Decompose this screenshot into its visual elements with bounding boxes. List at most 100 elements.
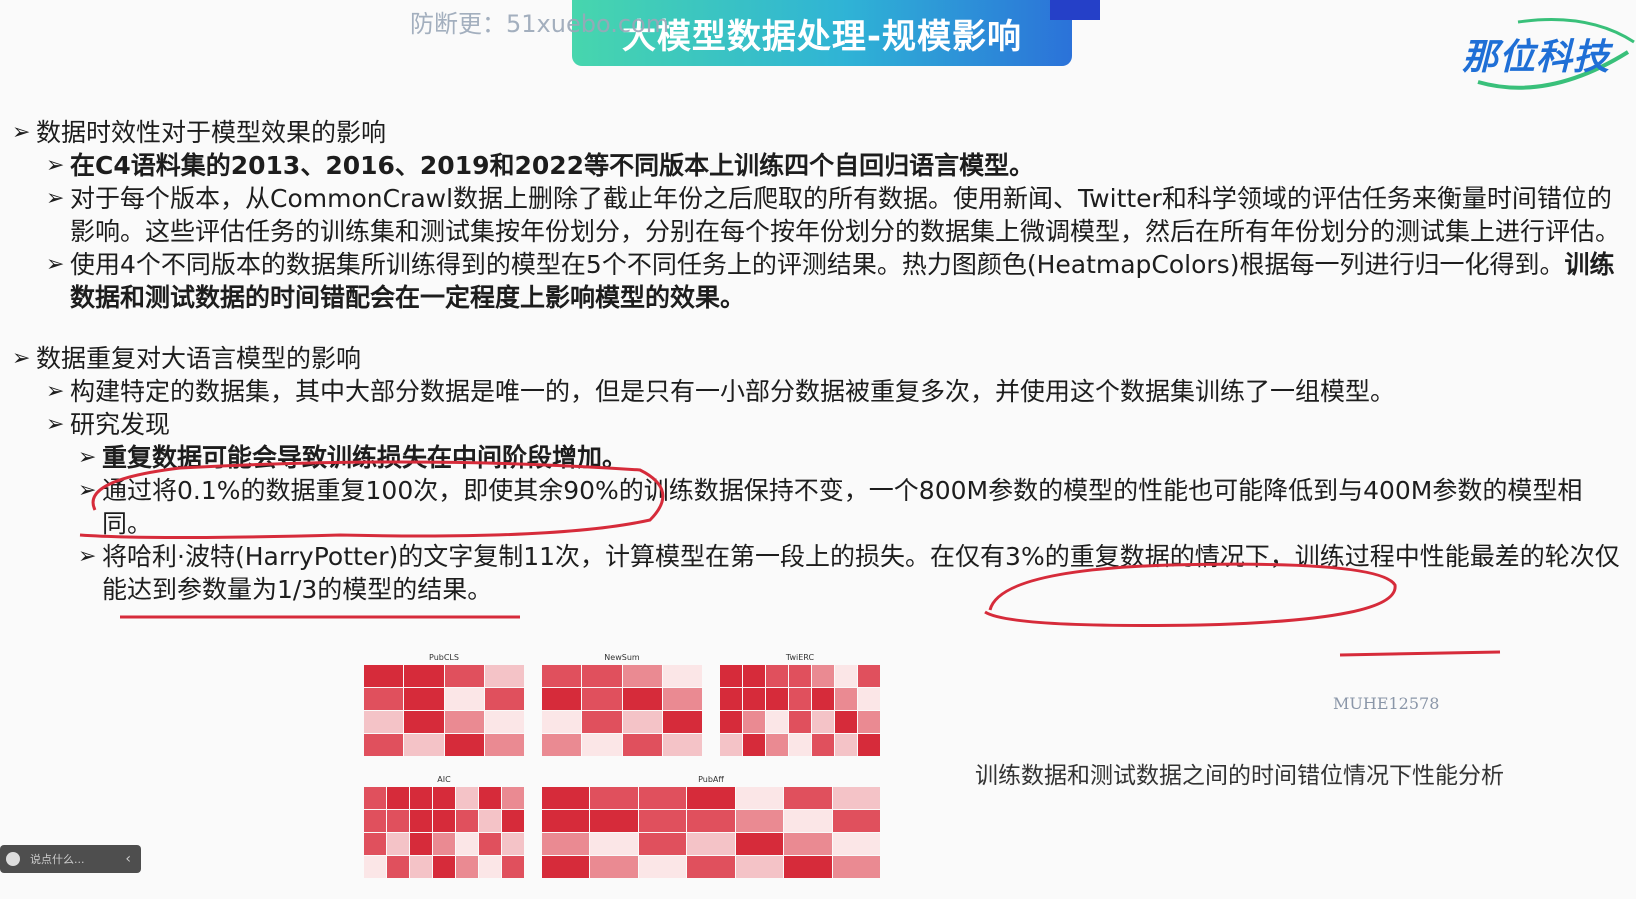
heatmap-cell xyxy=(662,665,702,687)
heatmap-cell xyxy=(789,688,811,710)
arrow-bullet-icon: ➢ xyxy=(78,478,97,503)
heatmap-cell xyxy=(720,734,742,756)
heatmap-cell xyxy=(720,688,742,710)
arrow-bullet-icon: ➢ xyxy=(46,252,65,277)
heatmap-cell xyxy=(638,833,687,855)
heatmap-panel-title: NewSum xyxy=(604,653,640,662)
comment-placeholder: 说点什么... xyxy=(30,853,85,866)
heatmap-cell xyxy=(735,810,784,832)
s2-bullet-text: 研究发现 xyxy=(70,410,171,439)
heatmap-cell xyxy=(832,787,880,809)
heatmap-cell xyxy=(502,787,524,809)
heatmap-grid xyxy=(364,787,524,878)
heatmap-cell xyxy=(743,665,765,687)
bullet-section1: ➢ 数据时效性对于模型效果的影响 xyxy=(12,116,1622,149)
arrow-bullet-icon: ➢ xyxy=(12,120,31,145)
chevron-left-icon[interactable]: ‹ xyxy=(125,851,131,867)
slide-header: 大模型数据处理-规模影响 防断更：51xuebo.com 那位科技 xyxy=(0,0,1636,90)
arrow-bullet-icon: ➢ xyxy=(12,346,31,371)
company-logo: 那位科技 xyxy=(1462,37,1611,78)
heatmap-panel: PubCLS xyxy=(364,653,524,756)
heatmap-cell xyxy=(456,810,478,832)
heatmap-cell xyxy=(743,734,765,756)
arrow-bullet-icon: ➢ xyxy=(46,186,65,211)
arrow-bullet-icon: ➢ xyxy=(46,379,65,404)
heatmap-cell xyxy=(662,711,702,733)
heatmap-cell xyxy=(456,787,478,809)
heatmap-cell xyxy=(484,711,524,733)
heatmap-panel-title: PubCLS xyxy=(429,653,459,662)
heatmap-panel-title: PubAff xyxy=(698,775,724,784)
s2-bullet-text: 构建特定的数据集，其中大部分数据是唯一的，但是只有一小部分数据被重复多次，并使用… xyxy=(70,377,1396,406)
heatmap-cell xyxy=(410,833,432,855)
heatmap-cell xyxy=(404,711,444,733)
heatmap-cell xyxy=(542,734,582,756)
heatmap-cell xyxy=(364,688,404,710)
heatmap-cell xyxy=(364,833,386,855)
heatmap-cell xyxy=(582,665,622,687)
heatmap-cell xyxy=(858,734,880,756)
heatmap-cell xyxy=(582,688,622,710)
section1-heading: 数据时效性对于模型效果的影响 xyxy=(36,118,387,147)
heatmap-cell xyxy=(835,711,857,733)
s2-sub-text: 重复数据可能会导致训练损失在中间阶段增加。 xyxy=(102,443,628,472)
heatmap-cell xyxy=(542,665,582,687)
heatmap-cell xyxy=(404,688,444,710)
heatmap-cell xyxy=(410,787,432,809)
heatmap-cell xyxy=(735,856,784,878)
bullet-s2-sub1: ➢ 重复数据可能会导致训练损失在中间阶段增加。 xyxy=(78,441,1622,474)
heatmap-cell xyxy=(479,833,501,855)
heatmap-cell xyxy=(766,711,788,733)
watermark-text: 防断更：51xuebo.com xyxy=(410,10,670,38)
comment-widget[interactable]: 说点什么... ‹ xyxy=(0,845,141,873)
bullet-s1-3: ➢ 使用4个不同版本的数据集所训练得到的模型在5个不同任务上的评测结果。热力图颜… xyxy=(46,248,1622,314)
heatmap-cell xyxy=(835,665,857,687)
heatmap-cell xyxy=(662,688,702,710)
heatmap-cell xyxy=(502,833,524,855)
heatmap-cell xyxy=(582,711,622,733)
heatmap-cell xyxy=(387,810,409,832)
heatmap-cell xyxy=(433,833,455,855)
heatmap-panel-title: TwiERC xyxy=(785,653,815,662)
heatmap-cell xyxy=(410,810,432,832)
heatmap-cell xyxy=(743,688,765,710)
bullet-s2-1: ➢ 构建特定的数据集，其中大部分数据是唯一的，但是只有一小部分数据被重复多次，并… xyxy=(46,375,1622,408)
s1-bullet-text: 对于每个版本，从CommonCrawl数据上删除了截止年份之后爬取的所有数据。使… xyxy=(70,184,1621,246)
heatmap-cell xyxy=(735,833,784,855)
heatmap-cell xyxy=(582,734,622,756)
slide-body: ➢ 数据时效性对于模型效果的影响 ➢ 在C4语料集的2013、2016、2019… xyxy=(12,116,1622,606)
title-corner-accent xyxy=(1050,0,1100,20)
heatmap-cell xyxy=(364,734,404,756)
heatmap-cell xyxy=(687,833,735,855)
heatmap-cell xyxy=(858,688,880,710)
heatmap-cell xyxy=(784,856,832,878)
heatmap-cell xyxy=(858,665,880,687)
heatmap-cell xyxy=(687,810,735,832)
heatmap-cell xyxy=(502,856,524,878)
heatmap-cell xyxy=(444,734,484,756)
heatmap-cell xyxy=(479,810,501,832)
bullet-s2-sub3: ➢ 将哈利·波特(HarryPotter)的文字复制11次，计算模型在第一段上的… xyxy=(78,540,1622,606)
bullet-s2-2: ➢ 研究发现 xyxy=(46,408,1622,441)
heatmap-cell xyxy=(542,711,582,733)
heatmap-cell xyxy=(858,711,880,733)
heatmap-cell xyxy=(456,833,478,855)
bullet-s1-1: ➢ 在C4语料集的2013、2016、2019和2022等不同版本上训练四个自回… xyxy=(46,149,1622,182)
heatmap-panel: PubAff xyxy=(542,775,880,878)
heatmap-cell xyxy=(364,711,404,733)
heatmap-cell xyxy=(364,856,386,878)
heatmap-cell xyxy=(444,665,484,687)
heatmap-cell xyxy=(542,833,590,855)
arrow-bullet-icon: ➢ xyxy=(46,412,65,437)
heatmap-cell xyxy=(484,734,524,756)
heatmap-cell xyxy=(622,711,662,733)
heatmap-cell xyxy=(404,734,444,756)
heatmap-cell xyxy=(735,787,784,809)
heatmap-cell xyxy=(364,810,386,832)
heatmap-cell xyxy=(484,688,524,710)
s2-sub-text: 将哈利·波特(HarryPotter)的文字复制11次，计算模型在第一段上的损失… xyxy=(102,542,1620,604)
heatmap-grid xyxy=(542,665,702,756)
heatmap-cell xyxy=(784,833,832,855)
heatmap-cell xyxy=(410,856,432,878)
heatmap-cell xyxy=(789,711,811,733)
